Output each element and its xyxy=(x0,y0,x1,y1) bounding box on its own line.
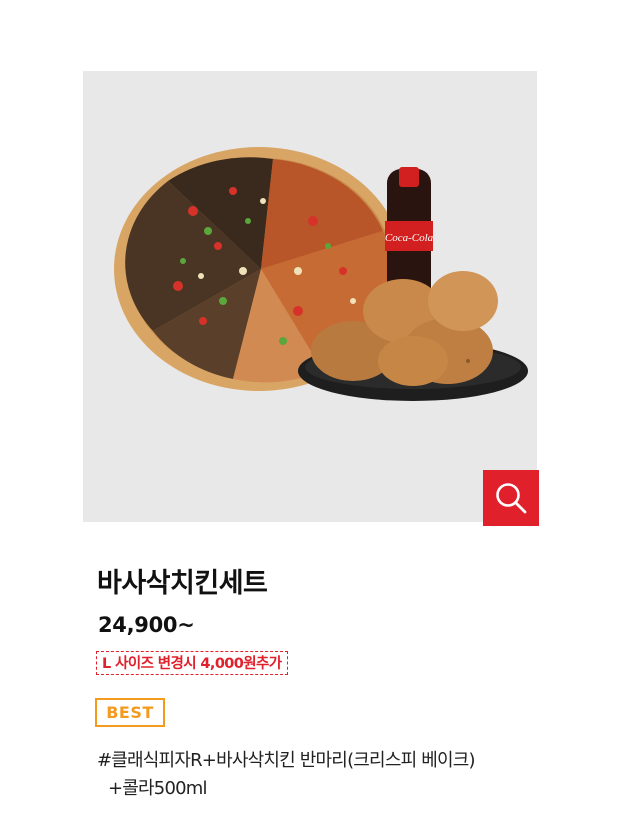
product-image[interactable]: Coca-Cola xyxy=(83,71,537,522)
product-description: #클래식피자R+바사삭치킨 반마리(크리스피 베이크) +콜라500ml xyxy=(97,747,597,803)
svg-text:Coca-Cola: Coca-Cola xyxy=(385,232,434,244)
product-card: Coca-Cola 바사삭치킨세트 24,900~ L 사이즈 변경시 4,00… xyxy=(0,0,625,823)
zoom-button[interactable] xyxy=(483,470,539,526)
product-name[interactable]: 바사삭치킨세트 xyxy=(97,561,268,600)
magnifier-icon xyxy=(496,483,527,514)
best-badge: BEST xyxy=(95,698,165,727)
description-line-1: #클래식피자R+바사삭치킨 반마리(크리스피 베이크) xyxy=(97,750,476,771)
pizza-chicken-cola-illustration: Coca-Cola xyxy=(114,147,528,401)
size-upgrade-note: L 사이즈 변경시 4,000원추가 xyxy=(96,651,288,675)
description-line-2: +콜라500ml xyxy=(108,778,208,799)
product-price: 24,900~ xyxy=(98,613,195,637)
